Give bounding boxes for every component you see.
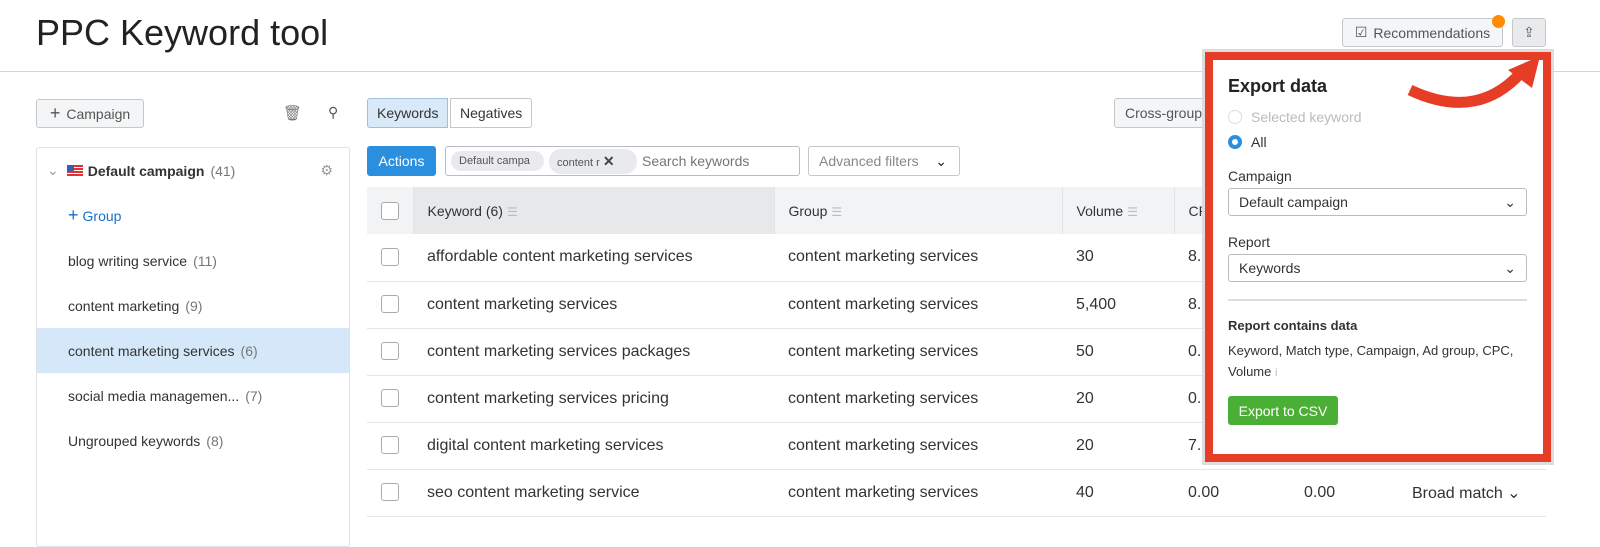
volume-cell: 40 xyxy=(1062,469,1174,517)
sidebar-group-item-selected[interactable]: content marketing services (6) xyxy=(37,328,349,373)
row-select-cell xyxy=(367,422,413,470)
group-cell: content marketing services xyxy=(774,328,1062,376)
campaign-item[interactable]: ⌄ Default campaign (41) ⚙ xyxy=(37,148,349,193)
group-cell: content marketing services xyxy=(774,422,1062,470)
sort-icon: ☰ xyxy=(1127,204,1138,219)
row-checkbox[interactable] xyxy=(381,248,399,267)
filter-chip-campaign[interactable]: Default campa xyxy=(451,151,544,171)
popup-title: Export data xyxy=(1228,76,1328,96)
export-button[interactable]: ⇪ xyxy=(1512,18,1546,47)
upload-icon: ⇪ xyxy=(1523,24,1535,40)
page-title: PPC Keyword tool xyxy=(36,12,329,53)
chevron-down-icon: ⌄ xyxy=(935,152,947,169)
table-row[interactable]: seo content marketing service content ma… xyxy=(367,469,1546,517)
column-header-volume[interactable]: Volume ☰ xyxy=(1062,187,1175,234)
chevron-down-icon: ⌄ xyxy=(1504,259,1516,276)
cpc-cell: 0.00 xyxy=(1174,469,1286,517)
report-contains-title: Report contains data xyxy=(1228,318,1358,333)
divider xyxy=(1228,299,1527,301)
row-select-cell xyxy=(367,328,413,376)
row-checkbox[interactable] xyxy=(381,389,399,408)
add-campaign-button[interactable]: + Campaign xyxy=(36,99,144,128)
campaign-label: Campaign xyxy=(1228,168,1292,184)
chevron-down-icon: ⌄ xyxy=(1504,193,1516,210)
campaign-select[interactable]: Default campaign ⌄ xyxy=(1228,188,1527,216)
row-select-cell xyxy=(367,375,413,423)
column-header-keyword[interactable]: Keyword (6) ☰ xyxy=(413,187,775,234)
group-cell: content marketing services xyxy=(774,281,1062,329)
notification-dot xyxy=(1492,15,1505,28)
select-all-checkbox[interactable] xyxy=(381,201,399,220)
keyword-search-field[interactable]: Default campa content r ✕ xyxy=(445,146,800,176)
row-checkbox[interactable] xyxy=(381,342,399,361)
sort-icon: ☰ xyxy=(831,204,843,219)
tab-keywords[interactable]: Keywords xyxy=(367,98,449,128)
info-icon[interactable]: i xyxy=(1275,367,1277,379)
row-select-cell xyxy=(367,469,413,517)
filter-chip-group[interactable]: content r ✕ xyxy=(549,148,637,174)
keyword-cell: content marketing services xyxy=(413,281,774,329)
chevron-down-icon[interactable]: ⌄ xyxy=(47,162,59,179)
keyword-cell: digital content marketing services xyxy=(413,422,774,470)
search-input[interactable] xyxy=(642,153,792,169)
value-cell: 0.00 xyxy=(1286,469,1398,517)
select-all-cell xyxy=(367,187,414,234)
search-icon[interactable]: ⚲ xyxy=(328,104,338,121)
row-checkbox[interactable] xyxy=(381,483,399,502)
radio-selected-keyword[interactable]: Selected keyword xyxy=(1228,109,1362,125)
sidebar-group-item[interactable]: blog writing service (11) xyxy=(37,238,349,283)
advanced-filters-dropdown[interactable]: Advanced filters ⌄ xyxy=(808,146,960,176)
export-to-csv-button[interactable]: Export to CSV xyxy=(1228,396,1338,425)
group-cell: content marketing services xyxy=(774,234,1062,282)
sidebar-group-item[interactable]: Ungrouped keywords (8) xyxy=(37,418,349,463)
keyword-cell: content marketing services pricing xyxy=(413,375,774,423)
sort-icon: ☰ xyxy=(506,204,518,219)
us-flag-icon xyxy=(66,165,83,176)
keyword-cell: seo content marketing service xyxy=(413,469,774,517)
checklist-icon: ☑ xyxy=(1354,24,1368,40)
row-checkbox[interactable] xyxy=(381,295,399,314)
campaign-tree: ⌄ Default campaign (41) ⚙ + Group blog wri… xyxy=(36,147,350,547)
annotation-arrow xyxy=(1407,56,1540,108)
keyword-cell: affordable content marketing services xyxy=(413,234,774,282)
trash-icon[interactable]: 🗑 xyxy=(283,104,302,122)
gear-icon[interactable]: ⚙ xyxy=(320,162,333,179)
close-icon[interactable]: ✕ xyxy=(603,153,615,169)
sidebar-group-item[interactable]: social media managemen... (7) xyxy=(37,373,349,418)
row-checkbox[interactable] xyxy=(381,436,399,455)
recommendations-button[interactable]: ☑ Recommendations xyxy=(1342,18,1503,47)
sidebar-group-item[interactable]: content marketing (9) xyxy=(37,283,349,328)
row-select-cell xyxy=(367,234,413,282)
radio-checked-icon xyxy=(1228,135,1242,149)
volume-cell: 20 xyxy=(1062,422,1174,470)
column-header-group[interactable]: Group ☰ xyxy=(774,187,1063,234)
plus-icon: + xyxy=(49,103,61,123)
plus-icon: + xyxy=(68,205,79,225)
group-cell: content marketing services xyxy=(774,469,1062,517)
chevron-down-icon: ⌄ xyxy=(1507,484,1521,502)
actions-button[interactable]: Actions xyxy=(367,146,436,176)
tab-negatives[interactable]: Negatives xyxy=(450,98,533,128)
cross-group-button[interactable]: Cross-group xyxy=(1114,98,1214,128)
report-select[interactable]: Keywords ⌄ xyxy=(1228,254,1527,282)
group-cell: content marketing services xyxy=(774,375,1062,423)
row-select-cell xyxy=(367,281,413,329)
radio-icon xyxy=(1228,110,1242,124)
add-group-button[interactable]: + Group xyxy=(37,193,349,238)
volume-cell: 20 xyxy=(1062,375,1174,423)
report-contains-text: Keyword, Match type, Campaign, Ad group,… xyxy=(1228,343,1514,379)
keyword-cell: content marketing services packages xyxy=(413,328,774,376)
volume-cell: 5,400 xyxy=(1062,281,1174,329)
report-label: Report xyxy=(1228,234,1271,250)
volume-cell: 30 xyxy=(1062,234,1174,282)
volume-cell: 50 xyxy=(1062,328,1174,376)
radio-all[interactable]: All xyxy=(1228,134,1267,150)
match-type-cell[interactable]: Broad match ⌄ xyxy=(1398,469,1546,517)
